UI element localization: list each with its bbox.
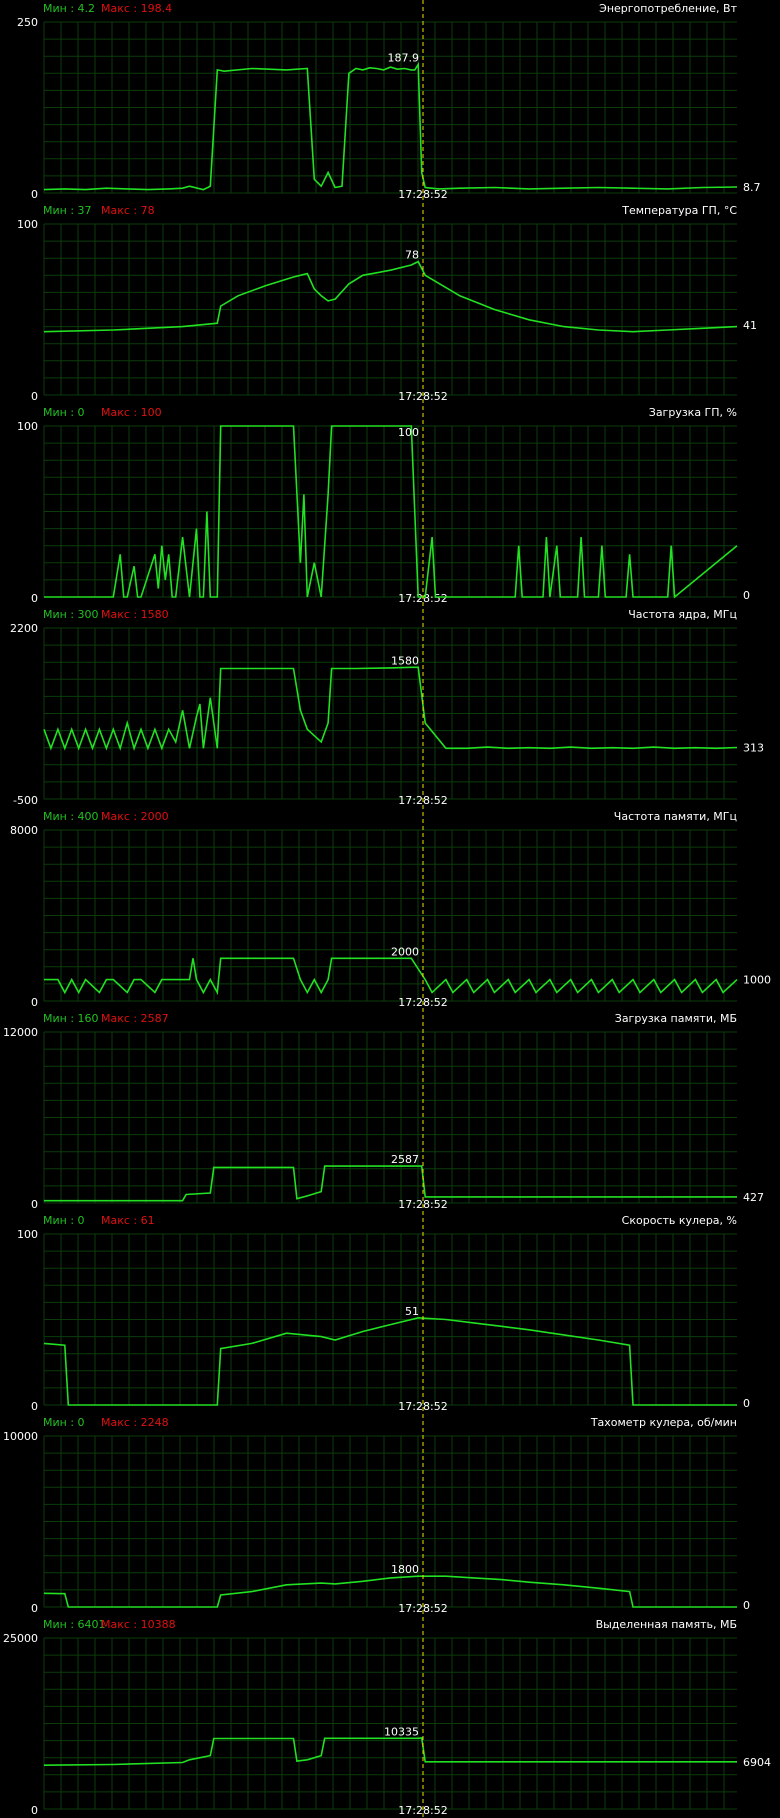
y-axis-max-label: 100 xyxy=(17,420,38,433)
current-value-label: 427 xyxy=(743,1191,764,1204)
series-line xyxy=(43,1575,737,1608)
cursor-value-label: 2587 xyxy=(391,1153,419,1166)
current-value-label: 1000 xyxy=(743,974,771,987)
min-label: Мин : 0 xyxy=(43,406,85,419)
max-label: Макс : 78 xyxy=(101,204,155,217)
y-axis-min-label: 0 xyxy=(31,188,38,201)
series-line xyxy=(44,957,738,996)
current-value-label: 0 xyxy=(743,589,750,602)
current-value-label: 6904 xyxy=(743,1756,771,1769)
y-axis-max-label: 250 xyxy=(17,16,38,29)
max-label: Макс : 2248 xyxy=(101,1416,169,1429)
y-axis-max-label: 8000 xyxy=(10,824,38,837)
cursor-value-label: 10335 xyxy=(384,1725,419,1738)
cursor-value-label: 100 xyxy=(398,426,419,439)
cursor-value-label: 51 xyxy=(405,1305,419,1318)
current-value-label: 0 xyxy=(743,1599,750,1612)
y-axis-max-label: 100 xyxy=(17,218,38,231)
gpu-monitoring-charts: Мин : 4.2 Макс : 198.4 Энергопотребление, … xyxy=(3,0,771,1818)
chart-title: Тахометр кулера, об/мин xyxy=(590,1416,737,1429)
chart-title: Загрузка памяти, МБ xyxy=(615,1012,737,1025)
max-label: Макс : 1580 xyxy=(101,608,169,621)
y-axis-min-label: 0 xyxy=(31,390,38,403)
max-label: Макс : 10388 xyxy=(101,1618,176,1631)
y-axis-max-label: 12000 xyxy=(3,1026,38,1039)
chart-title: Скорость кулера, % xyxy=(622,1214,737,1227)
cursor-value-label: 1800 xyxy=(391,1563,419,1576)
chart-title: Частота памяти, МГц xyxy=(614,810,737,823)
min-label: Мин : 0 xyxy=(43,1214,85,1227)
max-label: Макс : 61 xyxy=(101,1214,155,1227)
chart-title: Загрузка ГП, % xyxy=(649,406,737,419)
series-line xyxy=(43,260,738,333)
current-value-label: 0 xyxy=(743,1397,750,1410)
y-axis-min-label: 0 xyxy=(31,1804,38,1817)
chart-title: Выделенная память, МБ xyxy=(596,1618,737,1631)
cursor-value-label: 1580 xyxy=(391,654,419,667)
max-label: Макс : 2587 xyxy=(101,1012,169,1025)
min-label: Мин : 37 xyxy=(43,204,92,217)
y-axis-min-label: 0 xyxy=(31,1400,38,1413)
series-line xyxy=(43,61,738,191)
y-axis-max-label: 2200 xyxy=(10,622,38,635)
y-axis-min-label: -500 xyxy=(13,794,38,807)
min-label: Мин : 300 xyxy=(43,608,99,621)
min-label: Мин : 0 xyxy=(43,1416,85,1429)
min-label: Мин : 160 xyxy=(43,1012,99,1025)
series-line xyxy=(43,1316,737,1406)
y-axis-min-label: 0 xyxy=(31,1198,38,1211)
min-label: Мин : 4.2 xyxy=(43,2,95,15)
cursor-value-label: 78 xyxy=(405,249,419,262)
cursor-value-label: 187.9 xyxy=(388,51,420,64)
series-line xyxy=(43,1737,737,1766)
y-axis-max-label: 100 xyxy=(17,1228,38,1241)
current-value-label: 41 xyxy=(743,319,757,332)
y-axis-max-label: 10000 xyxy=(3,1430,38,1443)
y-axis-min-label: 0 xyxy=(31,996,38,1009)
chart-title: Энергопотребление, Вт xyxy=(599,2,737,15)
chart-title: Температура ГП, °C xyxy=(621,204,737,217)
current-value-label: 8.7 xyxy=(743,181,761,194)
max-label: Макс : 100 xyxy=(101,406,162,419)
max-label: Макс : 198.4 xyxy=(101,2,172,15)
y-axis-max-label: 25000 xyxy=(3,1632,38,1645)
cursor-value-label: 2000 xyxy=(391,945,419,958)
y-axis-min-label: 0 xyxy=(31,1602,38,1615)
min-label: Мин : 6401 xyxy=(43,1618,106,1631)
current-value-label: 313 xyxy=(743,742,764,755)
chart-title: Частота ядра, МГц xyxy=(628,608,737,621)
max-label: Макс : 2000 xyxy=(101,810,169,823)
series-line xyxy=(44,1165,737,1202)
y-axis-min-label: 0 xyxy=(31,592,38,605)
min-label: Мин : 400 xyxy=(43,810,99,823)
